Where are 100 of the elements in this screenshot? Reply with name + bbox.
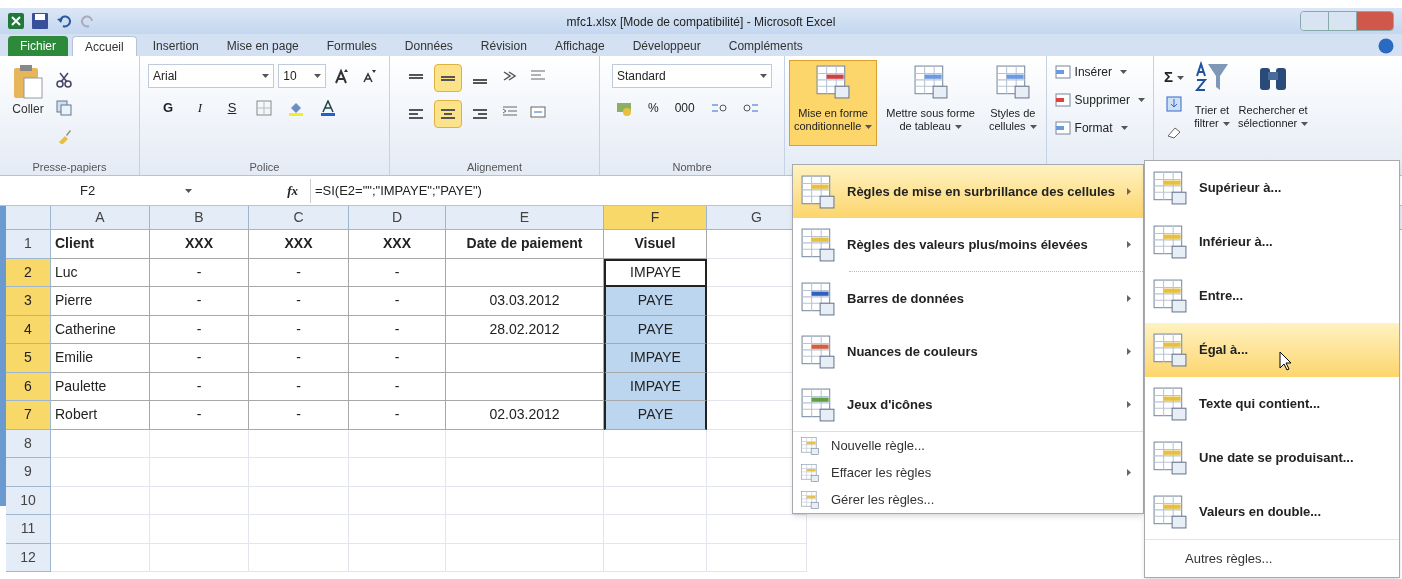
column-header[interactable]: A: [51, 206, 150, 229]
caret-icon: [760, 74, 767, 78]
table-cell: IMPAYE: [604, 372, 707, 401]
thousands-button[interactable]: 000: [670, 99, 699, 117]
row-header[interactable]: 5: [6, 344, 51, 373]
clipboard-icon: [12, 64, 44, 100]
cells-menu-button[interactable]: Supprimer: [1054, 88, 1145, 112]
menu-item[interactable]: Nuances de couleurs: [793, 325, 1143, 378]
ribbon-tab[interactable]: Développeur: [620, 36, 713, 56]
table-cell: XXX: [349, 230, 446, 259]
table-cell: -: [249, 258, 349, 287]
ribbon-tab[interactable]: Insertion: [140, 36, 211, 56]
table-cell: -: [249, 344, 349, 373]
name-box[interactable]: F2: [0, 179, 200, 202]
function-label[interactable]: fx: [287, 180, 298, 201]
ribbon-tab[interactable]: Affichage: [542, 36, 617, 56]
underline-button[interactable]: S: [220, 96, 244, 120]
menu-item[interactable]: Jeux d'icônes: [793, 378, 1143, 431]
cells-menu-button[interactable]: Format: [1054, 116, 1145, 140]
ribbon-tab[interactable]: Accueil: [72, 36, 137, 56]
table-cell: IMPAYE: [604, 344, 707, 373]
rule-icon: [1153, 279, 1187, 313]
sort-filter-button[interactable]: Trier et filtrer: [1193, 60, 1230, 146]
undo-icon[interactable]: [56, 13, 72, 29]
bold-button[interactable]: G: [156, 96, 180, 120]
cells-menu-button[interactable]: Insérer: [1054, 60, 1145, 84]
percent-button[interactable]: %: [644, 99, 663, 117]
caret-icon: [1119, 70, 1127, 74]
row-header[interactable]: 8: [6, 429, 51, 458]
menu-item[interactable]: Égal à...: [1145, 323, 1399, 377]
mouse-pointer-icon: [1279, 351, 1293, 371]
ribbon-tab[interactable]: Mise en page: [214, 36, 311, 56]
spreadsheet-app-icon[interactable]: [8, 13, 24, 29]
table-cell: Visuel: [604, 230, 707, 259]
table-cell: XXX: [150, 230, 249, 259]
find-select-button[interactable]: Rechercher et sélectionner: [1237, 60, 1309, 146]
menu-item[interactable]: Règles de mise en surbrillance des cellules: [793, 165, 1143, 218]
caret-icon: [1176, 75, 1184, 80]
row-header[interactable]: 12: [6, 543, 51, 572]
table-style-icon: [913, 65, 948, 99]
menu-item[interactable]: Gérer les règles...: [793, 486, 1143, 513]
table-cell: Catherine: [51, 315, 150, 344]
menu-item[interactable]: Effacer les règles: [793, 459, 1143, 486]
column-header[interactable]: D: [349, 206, 446, 229]
row-header[interactable]: 6: [6, 372, 51, 401]
vertical-align-icon[interactable]: [434, 64, 462, 92]
table-cell: -: [249, 401, 349, 430]
rule-icon: [1153, 495, 1187, 529]
rule-icon: [1153, 225, 1187, 259]
help-icon[interactable]: [1378, 38, 1394, 54]
menu-item[interactable]: Valeurs en double...: [1145, 485, 1399, 539]
ribbon-tab[interactable]: Fichier: [8, 36, 68, 56]
ribbon-tab[interactable]: Révision: [468, 36, 539, 56]
menu-item[interactable]: Inférieur à...: [1145, 215, 1399, 269]
menu-item[interactable]: Une date se produisant...: [1145, 431, 1399, 485]
ribbon-tab[interactable]: Formules: [314, 36, 389, 56]
row-header[interactable]: 10: [6, 486, 51, 515]
row-header[interactable]: 3: [6, 287, 51, 316]
group-label: Nombre: [672, 159, 712, 175]
row-header[interactable]: 2: [6, 258, 51, 287]
menu-item[interactable]: Nouvelle règle...: [793, 432, 1143, 459]
style-button[interactable]: Styles de cellules: [983, 60, 1042, 146]
row-header[interactable]: 9: [6, 458, 51, 487]
row-header[interactable]: 11: [6, 515, 51, 544]
italic-button[interactable]: I: [188, 96, 212, 120]
caret-icon: [865, 125, 873, 130]
font-name-field[interactable]: Arial: [148, 64, 275, 88]
window-controls[interactable]: [1300, 11, 1394, 31]
table-style-icon: [816, 65, 851, 99]
table-cell: -: [249, 287, 349, 316]
window-title: mfc1.xlsx [Mode de compatibilité] - Microsoft Excel: [566, 15, 836, 29]
row-header[interactable]: 4: [6, 315, 51, 344]
table-cell: Date de paiement: [446, 230, 604, 259]
paste-button[interactable]: Coller: [12, 64, 44, 118]
row-header[interactable]: 7: [6, 401, 51, 430]
row-header[interactable]: 1: [6, 230, 51, 259]
menu-item[interactable]: Barres de données: [793, 272, 1143, 325]
caret-icon: [185, 188, 192, 193]
style-button[interactable]: Mettre sous forme de tableau: [881, 60, 980, 146]
table-cell: -: [349, 401, 446, 430]
menu-item[interactable]: Texte qui contient...: [1145, 377, 1399, 431]
menu-item[interactable]: Autres règles...: [1145, 539, 1399, 577]
table-cell: 02.03.2012: [446, 401, 604, 430]
number-format-field[interactable]: Standard: [612, 64, 772, 88]
save-icon[interactable]: [32, 13, 48, 29]
ribbon-tab[interactable]: Données: [392, 36, 465, 56]
table-cell: -: [150, 258, 249, 287]
table-cell: IMPAYE: [604, 258, 707, 287]
style-button[interactable]: Mise en forme conditionnelle: [789, 60, 878, 146]
menu-item[interactable]: Supérieur à...: [1145, 161, 1399, 215]
column-header[interactable]: B: [150, 206, 249, 229]
table-cell: PAYE: [604, 315, 707, 344]
font-size-field[interactable]: 10: [278, 64, 326, 88]
column-header[interactable]: C: [249, 206, 349, 229]
horizontal-align-icon[interactable]: [434, 100, 462, 128]
ribbon-tab[interactable]: Compléments: [716, 36, 815, 56]
autosum-button[interactable]: Σ: [1161, 64, 1186, 88]
menu-item[interactable]: Entre...: [1145, 269, 1399, 323]
caret-icon: [1029, 125, 1037, 130]
column-header[interactable]: F: [604, 206, 707, 229]
